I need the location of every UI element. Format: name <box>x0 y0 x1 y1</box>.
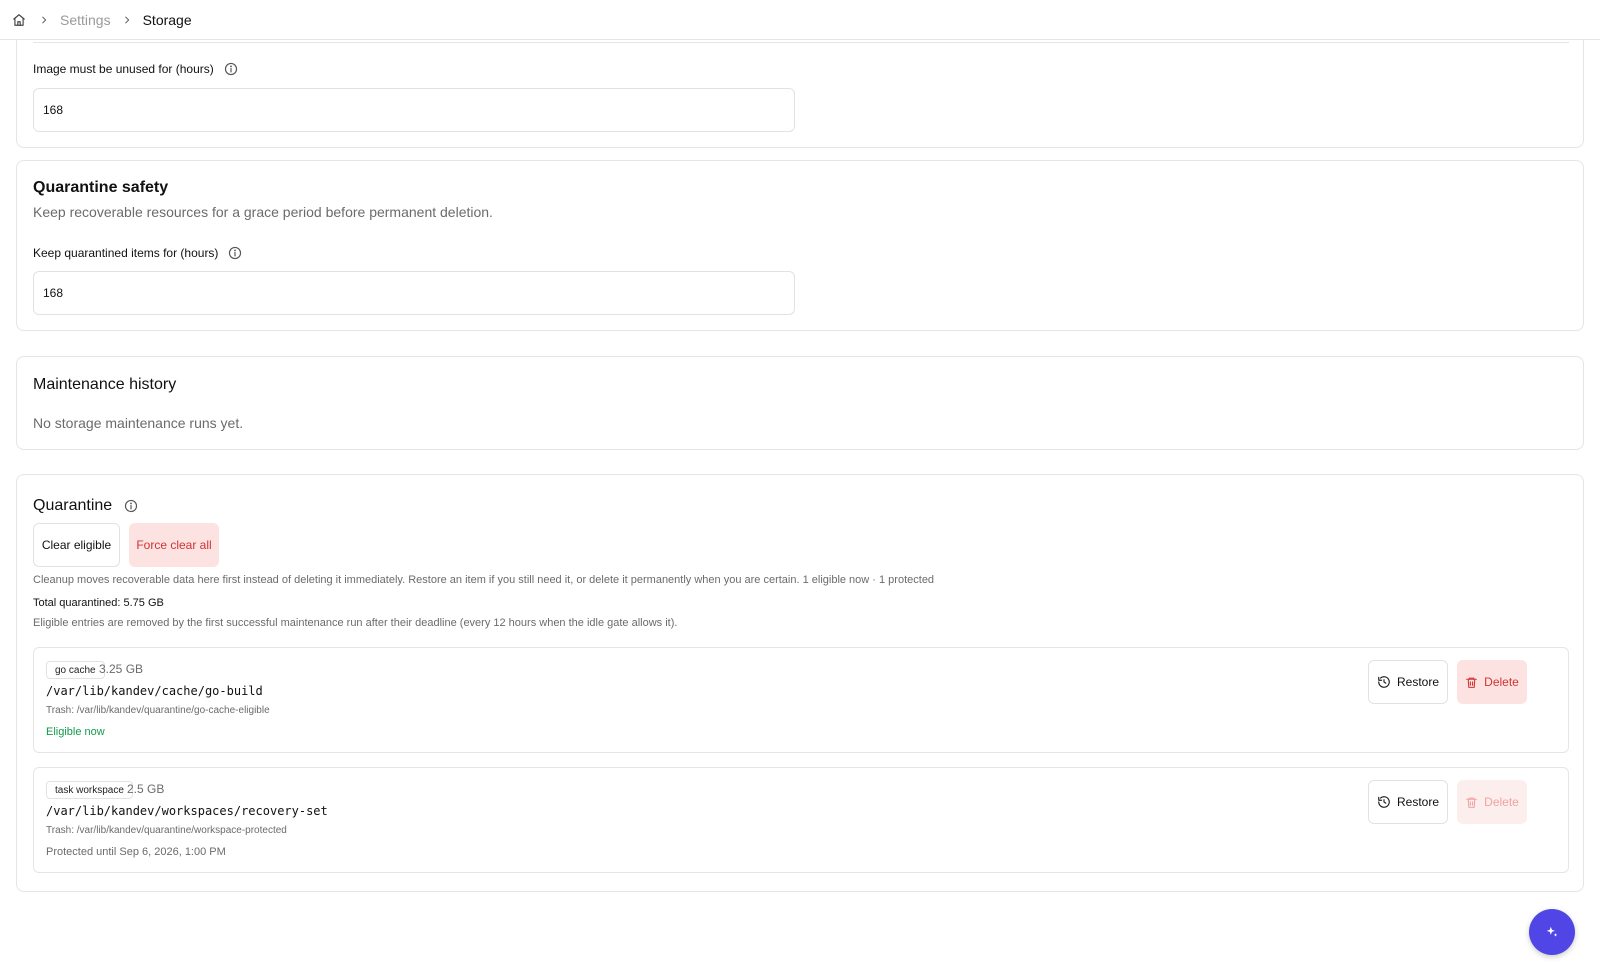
divider <box>33 42 1569 43</box>
quarantine-card: Quarantine Clear eligible Force clear al… <box>16 474 1584 892</box>
breadcrumb-storage: Storage <box>142 11 192 28</box>
clear-eligible-button[interactable]: Clear eligible <box>33 523 120 567</box>
quarantine-item: task workspace 2.5 GB /var/lib/kandev/wo… <box>33 767 1569 873</box>
eligibility-note: Eligible entries are removed by the firs… <box>33 617 678 629</box>
item-path: /var/lib/kandev/cache/go-build <box>46 684 263 698</box>
restore-button[interactable]: Restore <box>1368 660 1448 704</box>
quarantine-safety-card: Quarantine safety Keep recoverable resou… <box>16 160 1584 331</box>
restore-icon <box>1377 675 1397 689</box>
item-size: 2.5 GB <box>127 782 165 796</box>
item-trash-path: Trash: /var/lib/kandev/quarantine/worksp… <box>46 825 287 836</box>
quarantine-safety-title: Quarantine safety <box>33 179 169 196</box>
unused-hours-label: Image must be unused for (hours) <box>33 62 238 76</box>
force-clear-all-button[interactable]: Force clear all <box>129 523 219 567</box>
chevron-right-icon <box>36 12 52 28</box>
trash-icon <box>1465 796 1484 809</box>
maintenance-history-empty: No storage maintenance runs yet. <box>33 415 244 431</box>
item-trash-path: Trash: /var/lib/kandev/quarantine/go-cac… <box>46 705 270 716</box>
delete-button-disabled: Delete <box>1457 780 1527 824</box>
info-icon[interactable] <box>124 499 138 513</box>
restore-button[interactable]: Restore <box>1368 780 1448 824</box>
restore-icon <box>1377 795 1397 809</box>
quarantine-item: go cache 3.25 GB /var/lib/kandev/cache/g… <box>33 647 1569 753</box>
breadcrumb-settings[interactable]: Settings <box>60 12 111 28</box>
keep-hours-label: Keep quarantined items for (hours) <box>33 246 242 260</box>
item-kind-badge: task workspace <box>46 781 133 799</box>
item-path: /var/lib/kandev/workspaces/recovery-set <box>46 804 328 818</box>
maintenance-history-title: Maintenance history <box>33 376 177 393</box>
info-icon[interactable] <box>224 62 238 76</box>
trash-icon <box>1465 676 1484 689</box>
quarantine-safety-description: Keep recoverable resources for a grace p… <box>33 204 493 220</box>
keep-hours-input[interactable] <box>33 271 795 315</box>
breadcrumb-bar: Settings Storage <box>0 0 1600 40</box>
info-icon[interactable] <box>228 246 242 260</box>
chevron-right-icon <box>119 12 135 28</box>
item-status: Eligible now <box>46 726 105 738</box>
unused-hours-input[interactable] <box>33 88 795 132</box>
item-kind-badge: go cache <box>46 661 105 679</box>
delete-button[interactable]: Delete <box>1457 660 1527 704</box>
quarantine-title-row: Quarantine <box>33 497 138 515</box>
quarantine-title: Quarantine <box>33 497 113 514</box>
home-icon[interactable] <box>12 12 28 28</box>
maintenance-history-card: Maintenance history No storage maintenan… <box>16 356 1584 450</box>
sparkle-icon <box>1545 925 1559 939</box>
total-quarantined: Total quarantined: 5.75 GB <box>33 597 164 609</box>
item-size: 3.25 GB <box>99 662 144 676</box>
item-status: Protected until Sep 6, 2026, 1:00 PM <box>46 846 226 858</box>
assistant-fab[interactable] <box>1529 909 1575 955</box>
quarantine-description: Cleanup moves recoverable data here firs… <box>33 574 935 586</box>
